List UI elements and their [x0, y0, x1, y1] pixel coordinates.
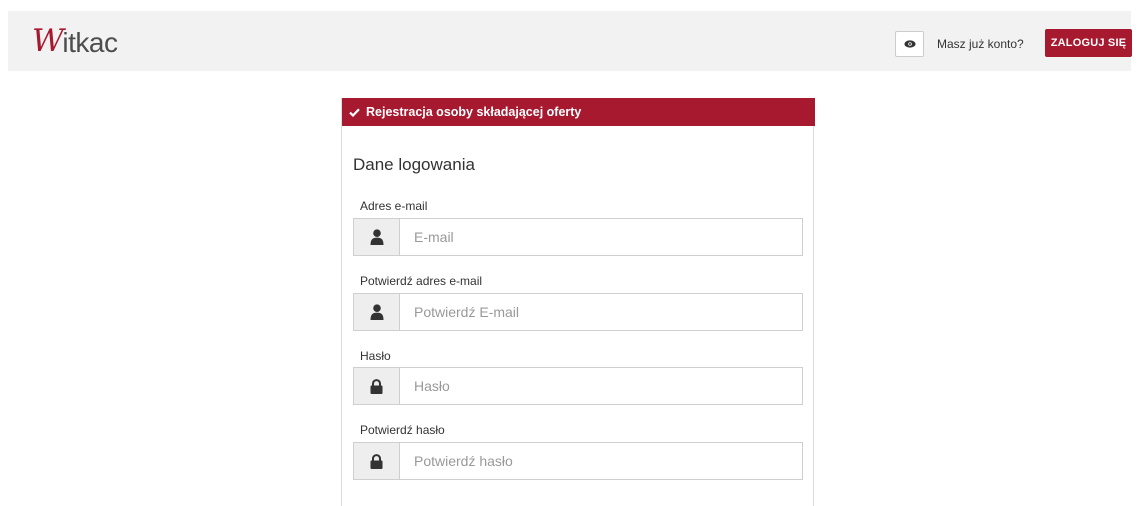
confirm-password-input[interactable]: [400, 443, 802, 479]
section-title: Dane logowania: [353, 155, 475, 174]
login-button[interactable]: ZALOGUJ SIĘ: [1045, 29, 1132, 57]
top-bar: Witkac Masz już konto? ZALOGUJ SIĘ: [8, 11, 1132, 71]
email-label: Adres e-mail: [360, 199, 428, 213]
lock-icon: [370, 453, 383, 469]
logo-initial: W: [32, 23, 64, 59]
registration-panel: Rejestracja osoby składającej oferty Dan…: [341, 98, 815, 506]
logo-text: itkac: [62, 27, 118, 58]
email-input[interactable]: [400, 219, 802, 255]
password-field-group: [353, 367, 803, 405]
check-icon: [349, 107, 360, 117]
confirm-email-field-group: [353, 293, 803, 331]
panel-header: Rejestracja osoby składającej oferty: [342, 98, 815, 126]
lock-icon: [370, 378, 383, 394]
user-icon: [370, 304, 383, 320]
user-icon: [370, 229, 383, 245]
confirm-email-addon: [354, 294, 400, 330]
confirm-password-label: Potwierdź hasło: [360, 423, 445, 437]
confirm-password-addon: [354, 443, 400, 479]
email-addon: [354, 219, 400, 255]
have-account-text: Masz już konto?: [937, 37, 1024, 51]
password-label: Hasło: [360, 349, 391, 363]
accessibility-toggle-button[interactable]: [895, 31, 924, 57]
logo[interactable]: Witkac: [32, 19, 118, 59]
eye-icon: [903, 40, 916, 48]
password-addon: [354, 368, 400, 404]
email-field-group: [353, 218, 803, 256]
password-input[interactable]: [400, 368, 802, 404]
confirm-email-input[interactable]: [400, 294, 802, 330]
confirm-password-field-group: [353, 442, 803, 480]
panel-header-title: Rejestracja osoby składającej oferty: [366, 105, 582, 119]
confirm-email-label: Potwierdź adres e-mail: [360, 274, 483, 288]
